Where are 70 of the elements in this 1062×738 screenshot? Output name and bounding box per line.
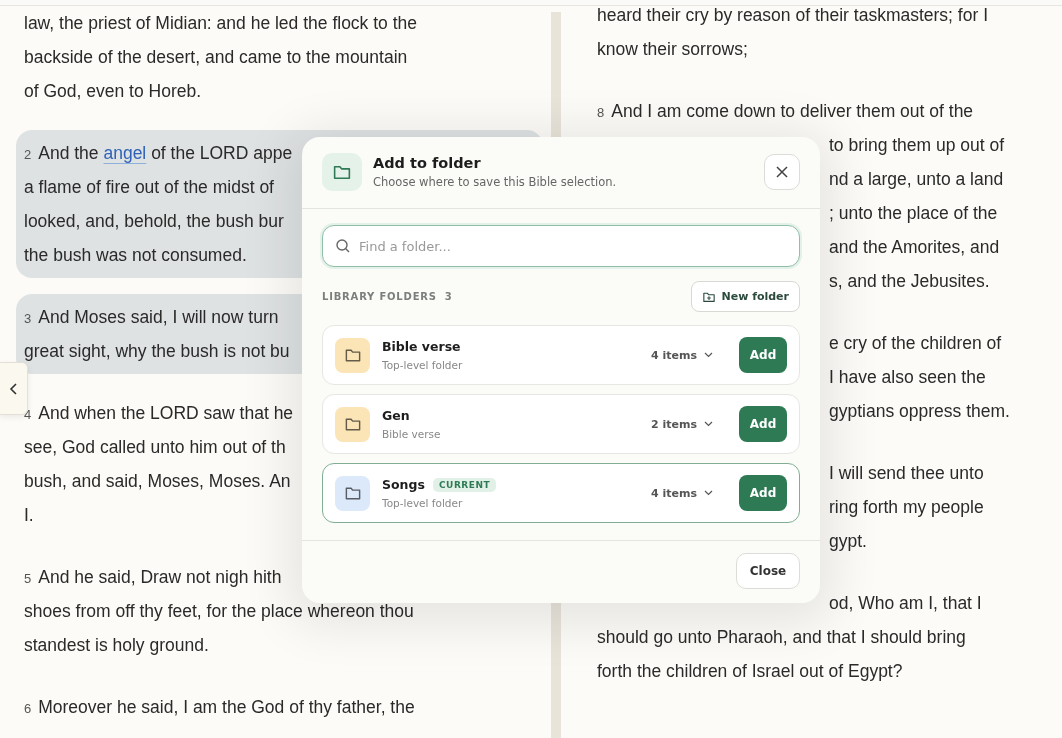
add-button[interactable]: Add (739, 406, 787, 442)
folder-subtitle: Bible verse (382, 428, 442, 440)
verse-line: od, Who am I, that I (829, 592, 982, 615)
verse-line: And the angel of the LORD appe (38, 142, 293, 165)
verse-line: see, God called unto him out of th (24, 436, 286, 459)
verse-line: gyptians oppress them. (829, 400, 1010, 423)
folder-count: 3 (444, 291, 453, 302)
verse-line: standest is holy ground. (24, 634, 209, 657)
folder-row[interactable]: Bible verse Top-level folder 4 items Add (322, 325, 800, 385)
chevron-down-icon (704, 352, 713, 358)
folder-row[interactable]: Gen Bible verse 2 items Add (322, 394, 800, 454)
verse-line: nd a large, unto a land (829, 168, 1004, 191)
verse-line: forth the children of Israel out of Egypt? (597, 660, 903, 683)
close-button[interactable]: Close (736, 553, 800, 589)
verse-number: 2 (24, 146, 32, 164)
verse-line: should go unto Pharaoh, and that I should bring (597, 626, 966, 649)
folder-name: Gen (382, 408, 410, 423)
section-label: LIBRARY FOLDERS (322, 291, 437, 302)
verse-line: I have also seen the (829, 366, 986, 389)
verse-number: 8 (597, 104, 605, 122)
verse-line: great sight, why the bush is not bu (24, 340, 290, 363)
verse-line: And when the LORD saw that he (38, 402, 294, 425)
verse-line: of God, even to Horeb. (24, 80, 202, 103)
close-icon (775, 165, 789, 179)
verse-number: 4 (24, 406, 32, 424)
verse-line: ; unto the place of the (829, 202, 998, 225)
verse-line: know their sorrows; (597, 38, 748, 61)
verse-number: 5 (24, 570, 32, 588)
verse-line: e cry of the children of (829, 332, 1002, 355)
verse-line: And he said, Draw not nigh hith (38, 566, 282, 589)
folder-name: Bible verse (382, 339, 461, 354)
chevron-left-icon (8, 381, 19, 396)
folder-subtitle: Top-level folder (382, 497, 464, 509)
verse-line: I. (24, 504, 34, 527)
current-badge: CURRENT (432, 477, 497, 492)
verse-number: 6 (24, 700, 32, 718)
verse-line: to bring them up out of (829, 134, 1005, 157)
verse-line: law, the priest of Midian: and he led the flock to the (24, 12, 417, 35)
item-count-dropdown[interactable]: 4 items (651, 348, 713, 362)
chevron-down-icon (704, 490, 713, 496)
verse-line: I will send thee unto (829, 462, 984, 485)
verse-line: bush, and said, Moses, Moses. An (24, 470, 291, 493)
folder-name: Songs (382, 477, 425, 492)
dialog-title: Add to folder (373, 155, 482, 171)
folder-subtitle: Top-level folder (382, 359, 464, 371)
verse-line: a flame of fire out of the midst of (24, 176, 274, 199)
verse-line: heard their cry by reason of their taskmasters; for I (597, 4, 988, 27)
add-button[interactable]: Add (739, 475, 787, 511)
close-button[interactable] (764, 154, 800, 190)
item-count-dropdown[interactable]: 2 items (651, 417, 713, 431)
verse-line: looked, and, behold, the bush bur (24, 210, 284, 233)
verse-line: ring forth my people (829, 496, 984, 519)
verse-line: And I am come down to deliver them out of the (611, 100, 974, 123)
verse-number: 3 (24, 310, 32, 328)
add-button[interactable]: Add (739, 337, 787, 373)
chevron-down-icon (704, 421, 713, 427)
verse-line: and the Amorites, and (829, 236, 1000, 259)
search-icon (335, 238, 351, 254)
folder-row[interactable]: Songs CURRENT Top-level folder 4 items Add (322, 463, 800, 523)
verse-line: s, and the Jebusites. (829, 270, 990, 293)
verse-line: shoes from off thy feet, for the place whereon thou (24, 600, 414, 623)
word-link[interactable]: angel (103, 143, 147, 163)
verse-line: And Moses said, I will now turn (38, 306, 279, 329)
verse-line: gypt. (829, 530, 867, 553)
verse-line: Moreover he said, I am the God of thy father, the (38, 696, 415, 719)
item-count-dropdown[interactable]: 4 items (651, 486, 713, 500)
verse-line: backside of the desert, and came to the mountain (24, 46, 408, 69)
search-field[interactable]: Find a folder... (322, 225, 800, 267)
verse-line: the bush was not consumed. (24, 244, 247, 267)
new-folder-button[interactable]: New folder (691, 281, 800, 312)
